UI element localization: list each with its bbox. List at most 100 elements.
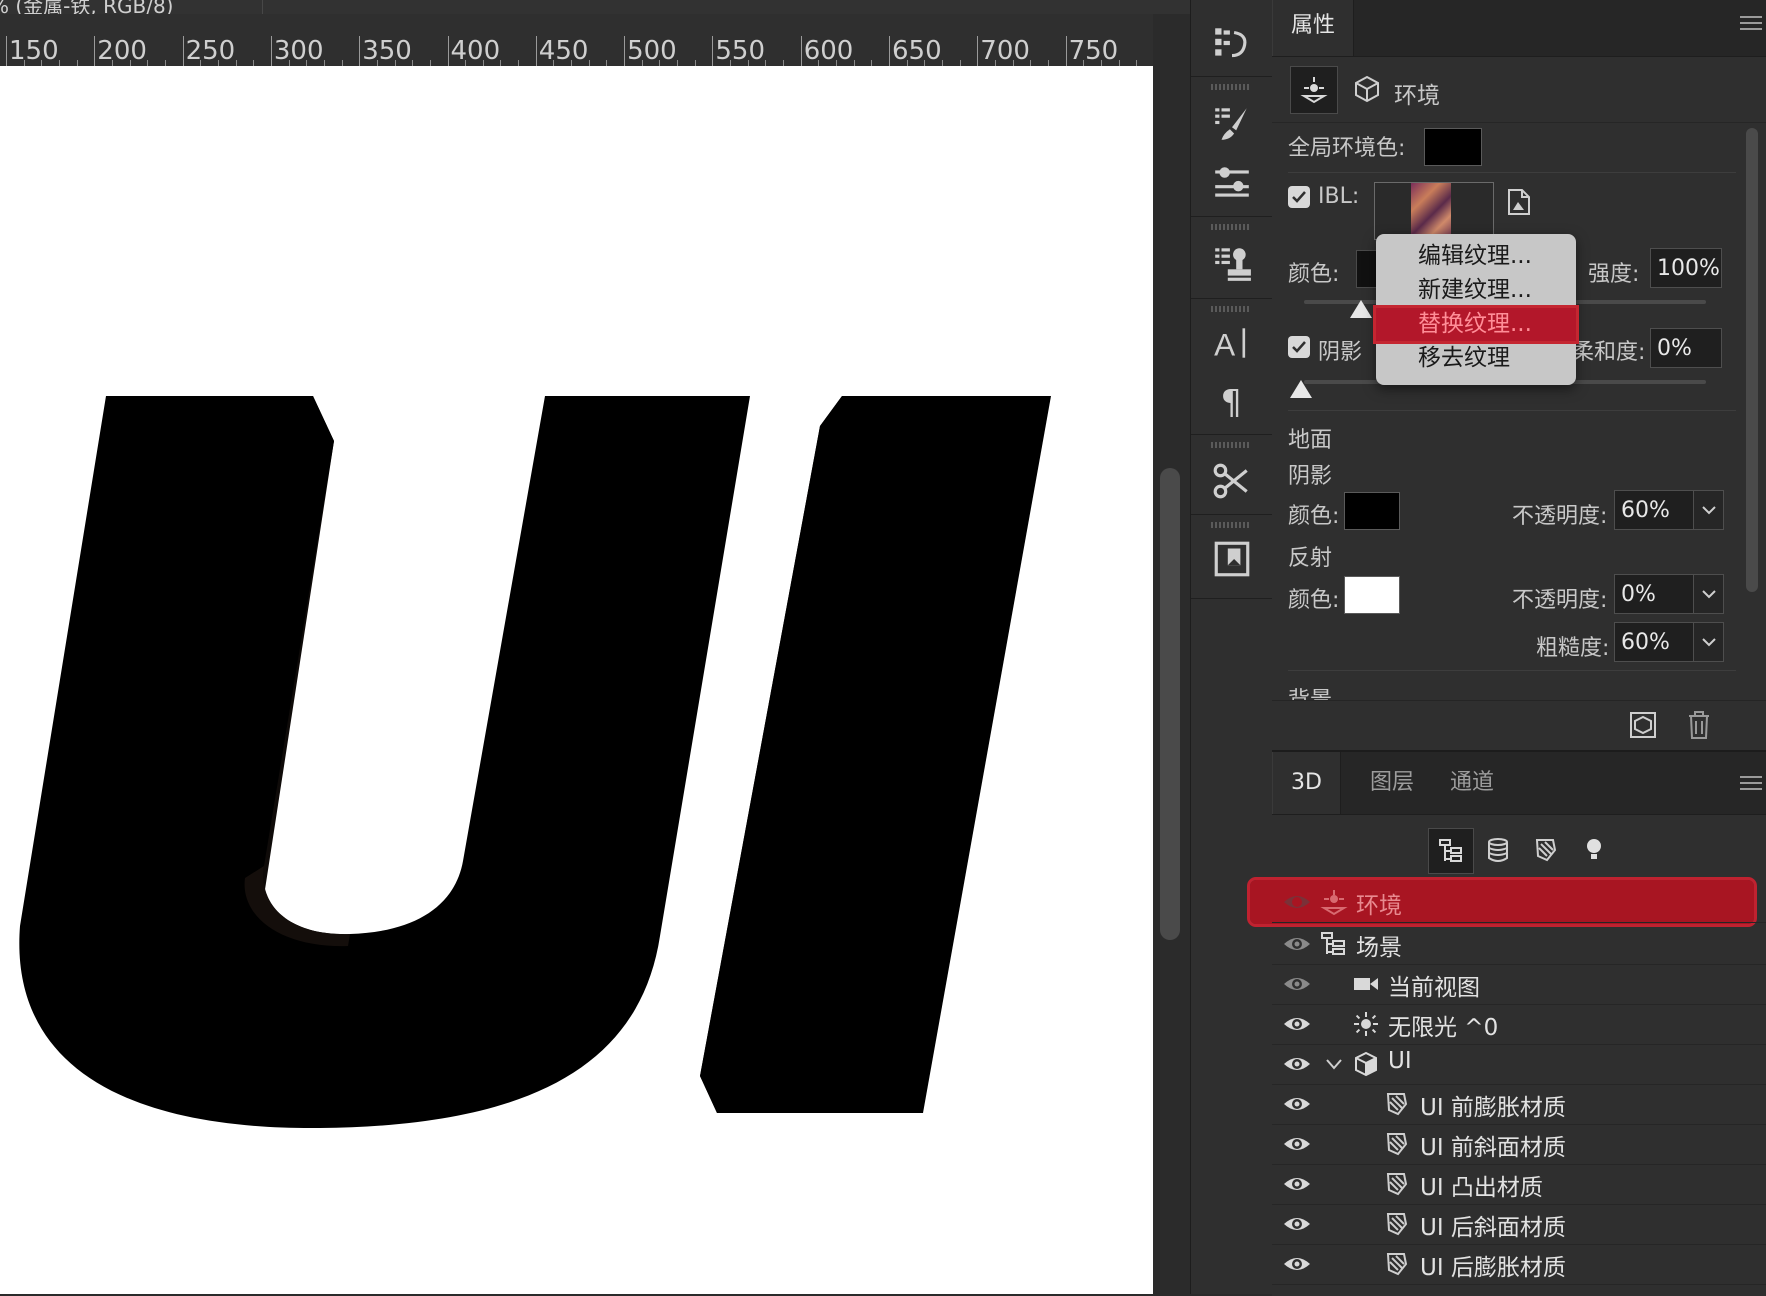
ruler-label: 350 (362, 36, 412, 66)
menu-item-remove-texture[interactable]: 移去纹理 (1376, 342, 1576, 375)
panel-menu-icon[interactable] (1740, 16, 1762, 32)
reflection-opacity-dropdown[interactable] (1694, 574, 1724, 614)
layer-row-scene[interactable]: 场景 (1272, 924, 1766, 965)
lights-filter-icon[interactable] (1572, 828, 1616, 872)
ground-shadow-color-swatch[interactable] (1344, 492, 1400, 530)
layer-row-material-back-bevel[interactable]: UI 后斜面材质 (1272, 1204, 1766, 1245)
whole-scene-filter-icon[interactable] (1428, 828, 1474, 874)
environment-mode-icon[interactable] (1290, 66, 1338, 114)
render-cube-icon[interactable] (1628, 710, 1658, 740)
scene-icon (1321, 932, 1345, 955)
intensity-slider-thumb[interactable] (1350, 300, 1372, 318)
layer-name: UI 前膨胀材质 (1420, 1095, 1566, 1121)
u-letter-shape (19, 396, 750, 1129)
layer-name: UI (1388, 1048, 1412, 1074)
vertical-scrollbar[interactable] (1160, 468, 1180, 940)
layer-row-infinite-light[interactable]: 无限光 ^0 (1272, 1004, 1766, 1045)
layer-row-current-view[interactable]: 当前视图 (1272, 964, 1766, 1005)
shadow-checkbox[interactable] (1288, 336, 1310, 358)
layer-row-material-back-inflation[interactable]: UI 后膨胀材质 (1272, 1244, 1766, 1285)
ground-opacity-dropdown[interactable] (1694, 490, 1724, 530)
ruler-label: 200 (97, 36, 147, 66)
visibility-eye-icon[interactable] (1282, 1090, 1312, 1118)
ruler-label: 700 (980, 36, 1030, 66)
layer-row-material-front-inflation[interactable]: UI 前膨胀材质 (1272, 1084, 1766, 1125)
tab-layers[interactable]: 图层 (1352, 752, 1432, 814)
menu-item-replace-texture[interactable]: 替换纹理... (1373, 305, 1579, 344)
materials-filter-icon[interactable] (1524, 828, 1568, 872)
ruler-major-tick (535, 36, 537, 66)
3d-panel-menu-icon[interactable] (1740, 776, 1762, 792)
visibility-eye-icon[interactable] (1282, 1010, 1312, 1038)
3d-panel-tab-bar: 3D 图层 通道 (1272, 752, 1766, 815)
properties-scrollbar[interactable] (1746, 128, 1758, 592)
character-icon[interactable]: A (1207, 318, 1257, 368)
layer-name: 场景 (1356, 935, 1402, 961)
adjustments-icon[interactable] (1207, 158, 1257, 208)
layer-row-environment[interactable]: 环境 (1272, 882, 1766, 923)
visibility-eye-icon[interactable] (1282, 970, 1312, 998)
reflection-label: 反射 (1288, 546, 1333, 571)
ruler-label: 550 (715, 36, 766, 66)
visibility-eye-icon[interactable] (1282, 1250, 1312, 1278)
material-icon (1386, 1173, 1408, 1196)
properties-tab-bar: 属性 (1272, 0, 1766, 57)
background-section-label: 背景 (1288, 682, 1332, 700)
global-ambient-swatch[interactable] (1424, 128, 1482, 166)
tab-3d[interactable]: 3D (1272, 752, 1341, 814)
chevron-down-icon[interactable] (1324, 1050, 1344, 1078)
texture-file-icon[interactable] (1506, 188, 1532, 216)
ruler-label: 300 (273, 36, 324, 66)
paragraph-icon[interactable]: ¶ (1207, 374, 1257, 424)
delete-icon[interactable] (1686, 710, 1712, 740)
ground-opacity-field[interactable]: 60% (1614, 490, 1694, 530)
softness-field[interactable]: 0% (1650, 328, 1722, 368)
roughness-dropdown[interactable] (1694, 622, 1724, 662)
visibility-eye-icon[interactable] (1282, 1050, 1312, 1078)
tab-properties[interactable]: 属性 (1272, 0, 1355, 56)
layer-name: 无限光 ^0 (1388, 1015, 1499, 1041)
ruler-major-tick (6, 36, 7, 66)
visibility-eye-icon[interactable] (1282, 1170, 1312, 1198)
layer-row-material-front-bevel[interactable]: UI 前斜面材质 (1272, 1124, 1766, 1165)
mesh-icon (1355, 1051, 1377, 1077)
tab-channels[interactable]: 通道 (1432, 752, 1512, 814)
ruler-label: 250 (185, 36, 236, 66)
ibl-checkbox[interactable] (1288, 186, 1310, 208)
roughness-field[interactable]: 60% (1614, 622, 1694, 662)
visibility-eye-icon[interactable] (1282, 888, 1312, 916)
layer-row-ui-mesh[interactable]: UI (1272, 1044, 1766, 1085)
reflection-opacity-field[interactable]: 0% (1614, 574, 1694, 614)
ruler-major-tick (94, 36, 96, 66)
intensity-field[interactable]: 100% (1650, 248, 1722, 288)
3d-tools-icon[interactable] (1207, 18, 1257, 68)
brush-settings-icon[interactable] (1207, 98, 1257, 148)
global-ambient-label: 全局环境色: (1288, 136, 1406, 161)
visibility-eye-icon[interactable] (1282, 930, 1312, 958)
reflection-color-label: 颜色: (1288, 588, 1340, 613)
softness-slider-thumb[interactable] (1290, 380, 1312, 398)
clone-source-icon[interactable] (1207, 238, 1257, 288)
visibility-eye-icon[interactable] (1282, 1210, 1312, 1238)
material-icon (1386, 1253, 1408, 1276)
menu-item-new-texture[interactable]: 新建纹理... (1376, 274, 1576, 307)
ibl-texture-preview[interactable] (1374, 182, 1494, 240)
visibility-eye-icon[interactable] (1282, 1130, 1312, 1158)
layer-name: UI 后斜面材质 (1420, 1215, 1566, 1241)
tool-presets-icon[interactable] (1207, 456, 1257, 506)
reflection-color-swatch[interactable] (1344, 576, 1400, 614)
document-canvas[interactable] (0, 66, 1153, 1294)
ruler-label: 600 (803, 36, 854, 66)
menu-item-edit-texture[interactable]: 编辑纹理... (1376, 240, 1576, 273)
ruler-major-tick (270, 36, 272, 66)
3d-text-ui[interactable] (0, 66, 1153, 1294)
cube-icon[interactable] (1352, 74, 1382, 104)
mode-label: 环境 (1394, 83, 1440, 109)
ruler-major-tick (977, 36, 979, 66)
layer-row-material-extrusion[interactable]: UI 凸出材质 (1272, 1164, 1766, 1205)
document-title-bar: % (金属-铁, RGB/8) (0, 0, 1190, 14)
notes-icon[interactable] (1207, 534, 1257, 584)
ibl-color-label: 颜色: (1288, 262, 1340, 287)
meshes-filter-icon[interactable] (1476, 828, 1520, 872)
ruler-major-tick (359, 36, 361, 66)
